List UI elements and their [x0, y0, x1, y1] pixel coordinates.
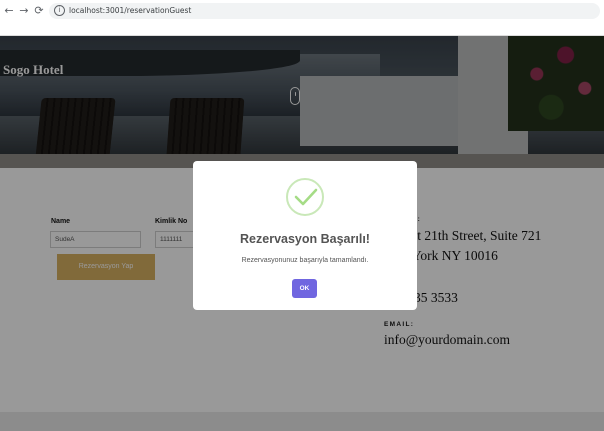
modal-title: Rezervasyon Başarılı! [240, 232, 370, 246]
reload-icon[interactable]: ⟳ [33, 5, 45, 17]
modal-message: Rezervasyonunuz başarıyla tamamlandı. [241, 257, 369, 264]
address-bar[interactable]: i localhost:3001/reservationGuest [49, 3, 600, 19]
ok-button[interactable]: OK [292, 279, 317, 298]
success-check-icon [286, 178, 324, 216]
browser-chrome: ← → ⟳ i localhost:3001/reservationGuest [0, 0, 604, 36]
back-arrow-icon[interactable]: ← [3, 5, 15, 17]
url-text[interactable]: localhost:3001/reservationGuest [69, 5, 191, 17]
site-info-icon[interactable]: i [54, 5, 65, 16]
forward-arrow-icon[interactable]: → [18, 5, 30, 17]
check-mark-icon [294, 188, 318, 206]
success-modal: Rezervasyon Başarılı! Rezervasyonunuz ba… [193, 161, 417, 310]
